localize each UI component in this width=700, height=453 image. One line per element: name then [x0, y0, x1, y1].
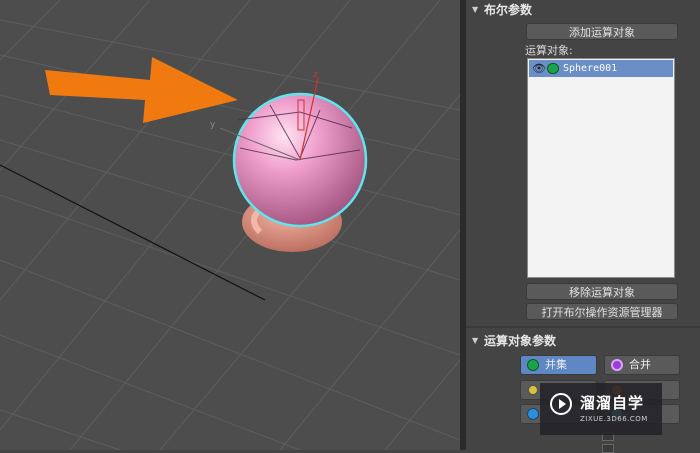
gizmo-y-label: y	[210, 120, 216, 130]
eye-icon[interactable]: 👁	[532, 60, 546, 77]
add-operand-button[interactable]: 添加运算对象	[526, 23, 678, 40]
play-logo-icon	[550, 393, 572, 415]
viewport-scene: z y	[0, 0, 460, 450]
watermark-subtitle: ZIXUE.3D66.COM	[580, 415, 648, 423]
operand-type-icon	[547, 63, 559, 74]
merge-icon	[611, 359, 623, 371]
option-checkbox-2[interactable]	[602, 444, 614, 453]
merge-label: 合并	[629, 358, 651, 371]
sphere001-object	[219, 77, 368, 228]
union-label: 并集	[545, 358, 567, 371]
operands-list[interactable]: 👁 Sphere001	[527, 58, 675, 278]
subtraction-icon	[527, 408, 539, 420]
remove-operand-button[interactable]: 移除运算对象	[526, 283, 678, 300]
collapse-triangle-icon: ▼	[472, 5, 479, 14]
viewport-grid	[0, 0, 460, 450]
orange-arrow-annotation	[45, 57, 238, 123]
watermark-title: 溜溜自学	[580, 394, 645, 412]
collapse-triangle-icon: ▼	[472, 336, 479, 345]
rollout-boolean-params-header[interactable]: ▼ 布尔参数	[466, 0, 700, 20]
intersection-icon	[527, 384, 539, 396]
perspective-viewport[interactable]: z y	[0, 0, 460, 450]
operands-label: 运算对象:	[525, 44, 573, 57]
union-button[interactable]: 并集	[520, 355, 597, 375]
union-icon	[527, 359, 539, 371]
world-axis-line	[0, 164, 266, 301]
rollout-separator	[466, 326, 700, 328]
list-item[interactable]: 👁 Sphere001	[529, 60, 673, 77]
rollout-title: 布尔参数	[484, 3, 533, 17]
watermark-overlay: 溜溜自学 ZIXUE.3D66.COM	[540, 383, 662, 435]
rollout-operand-params-header[interactable]: ▼ 运算对象参数	[466, 331, 700, 351]
merge-button[interactable]: 合并	[604, 355, 680, 375]
operand-name: Sphere001	[563, 63, 618, 74]
open-boolean-explorer-button[interactable]: 打开布尔操作资源管理器	[526, 303, 678, 320]
gizmo-z-label: z	[313, 70, 318, 80]
rollout-title: 运算对象参数	[484, 334, 557, 348]
